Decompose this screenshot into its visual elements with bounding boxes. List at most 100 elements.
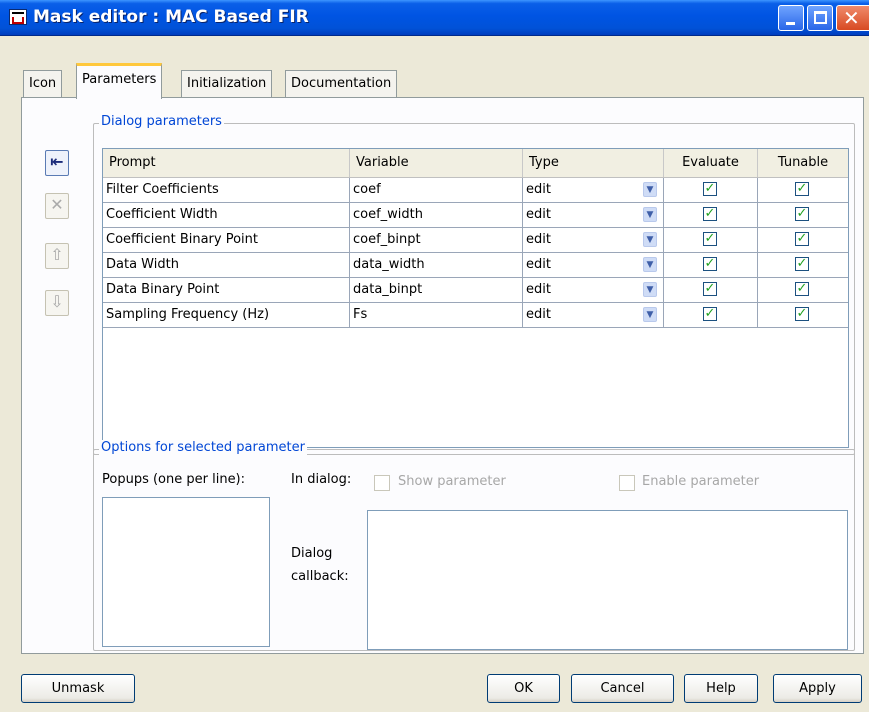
tunable-checkbox[interactable]: ✓ <box>795 182 809 196</box>
tunable-cell: ✓ <box>758 203 848 227</box>
chevron-down-icon[interactable]: ▼ <box>643 282 657 297</box>
column-header-variable[interactable]: Variable <box>350 149 523 177</box>
delete-parameter-button[interactable]: ✕ <box>45 193 69 219</box>
dialog-parameters-legend: Dialog parameters <box>99 114 224 129</box>
type-value: edit <box>526 257 551 272</box>
prompt-cell[interactable]: Filter Coefficients <box>103 178 350 202</box>
dialog-callback-label-line2: callback: <box>291 569 349 584</box>
prompt-cell[interactable]: Data Binary Point <box>103 278 350 302</box>
parameters-panel: Dialog parameters ⇤ ✕ ⇧ ⇩ Prompt Variabl… <box>21 97 864 654</box>
evaluate-cell: ✓ <box>664 228 758 252</box>
prompt-cell[interactable]: Data Width <box>103 253 350 277</box>
enable-parameter-label: Enable parameter <box>642 474 760 489</box>
move-down-button[interactable]: ⇩ <box>45 290 69 316</box>
evaluate-checkbox[interactable]: ✓ <box>703 282 717 296</box>
evaluate-cell: ✓ <box>664 303 758 327</box>
type-cell[interactable]: edit ▼ <box>523 253 664 277</box>
popups-textarea[interactable] <box>102 497 270 647</box>
minimize-icon <box>786 22 795 25</box>
maximize-button[interactable] <box>807 5 833 31</box>
unmask-button[interactable]: Unmask <box>21 674 135 703</box>
variable-cell[interactable]: coef <box>350 178 523 202</box>
chevron-down-icon[interactable]: ▼ <box>643 232 657 247</box>
ok-button[interactable]: OK <box>487 674 560 703</box>
evaluate-checkbox[interactable]: ✓ <box>703 232 717 246</box>
move-up-icon: ⇧ <box>50 245 64 264</box>
tunable-cell: ✓ <box>758 228 848 252</box>
tunable-cell: ✓ <box>758 303 848 327</box>
prompt-cell[interactable]: Coefficient Width <box>103 203 350 227</box>
cancel-button[interactable]: Cancel <box>571 674 674 703</box>
tunable-cell: ✓ <box>758 178 848 202</box>
maximize-icon <box>814 11 827 24</box>
chevron-down-icon[interactable]: ▼ <box>643 182 657 197</box>
column-header-tunable[interactable]: Tunable <box>758 149 848 177</box>
tunable-checkbox[interactable]: ✓ <box>795 207 809 221</box>
title-bar[interactable]: Mask editor : MAC Based FIR ✕ <box>0 0 869 36</box>
variable-cell[interactable]: coef_width <box>350 203 523 227</box>
tab-icon[interactable]: Icon <box>23 70 63 97</box>
variable-cell[interactable]: coef_binpt <box>350 228 523 252</box>
evaluate-cell: ✓ <box>664 253 758 277</box>
tunable-checkbox[interactable]: ✓ <box>795 232 809 246</box>
chevron-down-icon[interactable]: ▼ <box>643 307 657 322</box>
variable-cell[interactable]: Fs <box>350 303 523 327</box>
evaluate-checkbox[interactable]: ✓ <box>703 207 717 221</box>
parameters-table[interactable]: Prompt Variable Type Evaluate Tunable Fi… <box>102 148 849 448</box>
in-dialog-label: In dialog: <box>291 472 352 487</box>
evaluate-checkbox[interactable]: ✓ <box>703 257 717 271</box>
type-cell[interactable]: edit ▼ <box>523 203 664 227</box>
table-header: Prompt Variable Type Evaluate Tunable <box>103 149 848 178</box>
evaluate-checkbox[interactable]: ✓ <box>703 307 717 321</box>
close-icon: ✕ <box>843 6 860 30</box>
type-value: edit <box>526 282 551 297</box>
options-legend: Options for selected parameter <box>99 440 307 455</box>
close-button[interactable]: ✕ <box>836 5 869 31</box>
tunable-checkbox[interactable]: ✓ <box>795 257 809 271</box>
type-cell[interactable]: edit ▼ <box>523 178 664 202</box>
add-parameter-icon: ⇤ <box>50 152 64 171</box>
prompt-cell[interactable]: Sampling Frequency (Hz) <box>103 303 350 327</box>
move-down-icon: ⇩ <box>50 292 64 311</box>
show-parameter-label: Show parameter <box>398 474 506 489</box>
type-cell[interactable]: edit ▼ <box>523 228 664 252</box>
prompt-cell[interactable]: Coefficient Binary Point <box>103 228 350 252</box>
delete-icon: ✕ <box>50 195 64 214</box>
tab-initialization[interactable]: Initialization <box>181 70 273 97</box>
evaluate-checkbox[interactable]: ✓ <box>703 182 717 196</box>
variable-cell[interactable]: data_binpt <box>350 278 523 302</box>
tab-documentation[interactable]: Documentation <box>285 70 398 97</box>
table-row[interactable]: Coefficient Binary Point coef_binpt edit… <box>103 228 848 253</box>
table-row[interactable]: Sampling Frequency (Hz) Fs edit ▼ ✓ ✓ <box>103 303 848 328</box>
dialog-callback-textarea[interactable] <box>367 510 848 650</box>
simulink-app-icon <box>9 9 27 25</box>
column-header-type[interactable]: Type <box>523 149 664 177</box>
variable-cell[interactable]: data_width <box>350 253 523 277</box>
table-row[interactable]: Coefficient Width coef_width edit ▼ ✓ ✓ <box>103 203 848 228</box>
help-button[interactable]: Help <box>684 674 758 703</box>
column-header-evaluate[interactable]: Evaluate <box>664 149 758 177</box>
apply-button[interactable]: Apply <box>773 674 862 703</box>
tunable-cell: ✓ <box>758 253 848 277</box>
add-parameter-button[interactable]: ⇤ <box>45 150 69 176</box>
type-cell[interactable]: edit ▼ <box>523 303 664 327</box>
tunable-checkbox[interactable]: ✓ <box>795 307 809 321</box>
popups-label: Popups (one per line): <box>102 472 246 487</box>
table-row[interactable]: Filter Coefficients coef edit ▼ ✓ ✓ <box>103 178 848 203</box>
tunable-cell: ✓ <box>758 278 848 302</box>
window-title: Mask editor : MAC Based FIR <box>33 7 309 27</box>
chevron-down-icon[interactable]: ▼ <box>643 257 657 272</box>
enable-parameter-checkbox[interactable] <box>619 475 635 491</box>
tunable-checkbox[interactable]: ✓ <box>795 282 809 296</box>
minimize-button[interactable] <box>778 5 804 31</box>
column-header-prompt[interactable]: Prompt <box>103 149 350 177</box>
table-row[interactable]: Data Binary Point data_binpt edit ▼ ✓ ✓ <box>103 278 848 303</box>
table-row[interactable]: Data Width data_width edit ▼ ✓ ✓ <box>103 253 848 278</box>
evaluate-cell: ✓ <box>664 203 758 227</box>
type-cell[interactable]: edit ▼ <box>523 278 664 302</box>
move-up-button[interactable]: ⇧ <box>45 243 69 269</box>
tab-parameters[interactable]: Parameters <box>76 63 163 99</box>
show-parameter-checkbox[interactable] <box>374 475 390 491</box>
type-value: edit <box>526 232 551 247</box>
chevron-down-icon[interactable]: ▼ <box>643 207 657 222</box>
